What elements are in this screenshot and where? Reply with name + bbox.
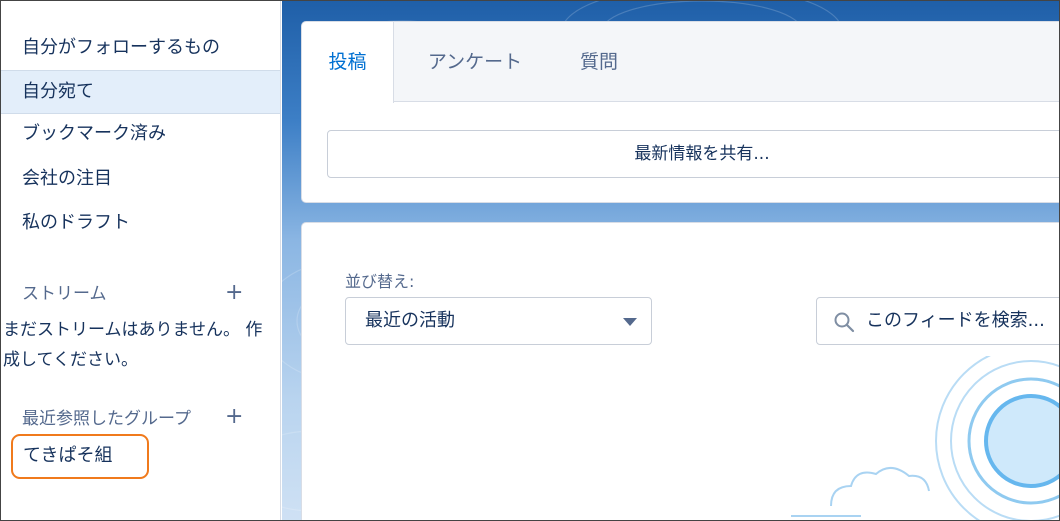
feed-sidebar: 自分がフォローするもの 自分宛て ブックマーク済み 会社の注目 私のドラフト ス… (1, 1, 281, 520)
publisher-tabs: 投稿 アンケート 質問 (302, 22, 1059, 103)
search-placeholder: このフィードを検索... (866, 310, 1045, 331)
publisher-card: 投稿 アンケート 質問 最新情報を共有... (301, 21, 1059, 203)
sort-label: 並び替え: (345, 272, 415, 291)
recent-group-item[interactable]: てきぱそ組 (11, 434, 149, 479)
add-group-icon[interactable]: + (225, 406, 243, 428)
streams-heading: ストリーム (22, 284, 107, 304)
sort-selected-value: 最近の活動 (365, 310, 455, 331)
sort-select[interactable]: 最近の活動 (345, 297, 652, 345)
share-update-button[interactable]: 最新情報を共有... (327, 130, 1059, 178)
recent-groups-heading: 最近参照したグループ (22, 409, 191, 429)
sidebar-item-bookmarked[interactable]: ブックマーク済み (1, 114, 280, 154)
empty-feed-illustration (791, 356, 1059, 520)
streams-empty-message: まだストリームはありません。 作成してください。 (3, 320, 263, 370)
search-icon (834, 312, 855, 333)
add-stream-icon[interactable]: + (225, 282, 243, 304)
sidebar-item-following[interactable]: 自分がフォローするもの (1, 28, 280, 68)
sidebar-item-company-highlights[interactable]: 会社の注目 (1, 159, 280, 199)
chevron-down-icon (623, 318, 637, 326)
app-frame: 自分がフォローするもの 自分宛て ブックマーク済み 会社の注目 私のドラフト ス… (0, 0, 1060, 521)
sidebar-item-my-drafts[interactable]: 私のドラフト (1, 203, 280, 243)
tab-poll[interactable]: アンケート (410, 22, 540, 102)
sidebar-item-to-me[interactable]: 自分宛て (1, 70, 280, 114)
tab-question[interactable]: 質問 (566, 22, 632, 102)
feed-search-input[interactable]: このフィードを検索... (816, 297, 1059, 345)
tab-post[interactable]: 投稿 (302, 22, 394, 103)
